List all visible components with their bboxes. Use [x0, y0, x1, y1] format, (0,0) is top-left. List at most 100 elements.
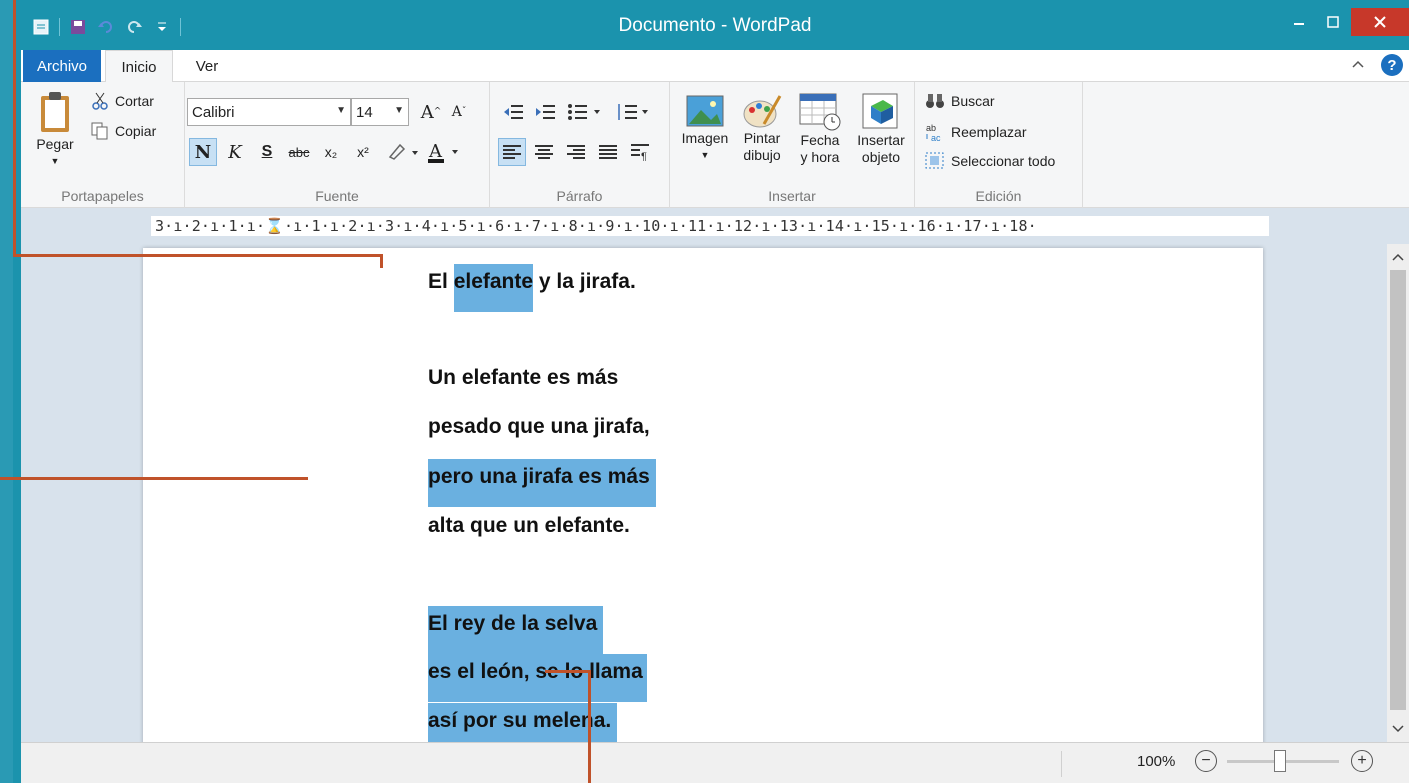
paragraph-icon: ¶: [631, 144, 649, 161]
subscript-button[interactable]: x₂: [317, 138, 345, 166]
increase-indent-button[interactable]: [532, 98, 560, 126]
underline-button[interactable]: S: [253, 138, 281, 166]
highlight-color-button[interactable]: [385, 138, 421, 166]
font-size-select[interactable]: 14 ▼: [351, 98, 409, 126]
group-parrafo: ¶ Párrafo: [490, 82, 670, 208]
svg-text:A: A: [428, 141, 443, 162]
selected-line[interactable]: pero una jirafa es más: [428, 459, 656, 507]
minimize-button[interactable]: [1283, 8, 1315, 36]
callout-line-bottom: [588, 670, 591, 783]
align-right-button[interactable]: [562, 138, 590, 166]
align-left-button[interactable]: [498, 138, 526, 166]
collapse-ribbon-icon[interactable]: [1351, 56, 1365, 73]
copy-label: Copiar: [115, 123, 157, 139]
calendar-icon: [799, 93, 841, 131]
document-line[interactable]: alta que un elefante.: [428, 508, 630, 556]
paint-label-line1: Pintar: [743, 130, 781, 146]
italic-button[interactable]: K: [221, 138, 249, 166]
chevron-down-icon: ▼: [394, 105, 404, 116]
line-spacing-icon: [618, 104, 648, 120]
shrink-font-button[interactable]: Aˇ: [445, 98, 473, 126]
insert-object-button[interactable]: Insertar objeto: [850, 92, 912, 166]
chevron-down-icon: ▼: [336, 105, 346, 116]
select-all-label: Seleccionar todo: [951, 153, 1056, 169]
minimize-icon: [1294, 23, 1304, 25]
date-label-line1: Fecha: [800, 132, 840, 148]
paste-label: Pegar: [36, 136, 74, 152]
ruler[interactable]: 3·ı·2·ı·1·ı·⌛·ı·1·ı·2·ı·3·ı·4·ı·5·ı·6·ı·…: [151, 216, 1269, 236]
object-label-line2: objeto: [861, 149, 901, 165]
image-dropdown-icon[interactable]: ▼: [701, 147, 710, 164]
copy-icon: [91, 122, 108, 140]
document-page[interactable]: El elefante y la jirafa. Un elefante es …: [143, 248, 1263, 742]
svg-text:¶: ¶: [641, 151, 647, 161]
binoculars-icon: [926, 94, 944, 108]
font-color-icon: A: [428, 141, 458, 163]
document-line[interactable]: El elefante y la jirafa.: [428, 264, 636, 312]
paint-drawing-button[interactable]: Pintar dibujo: [734, 92, 790, 164]
decrease-indent-button[interactable]: [500, 98, 528, 126]
font-family-select[interactable]: Calibri ▼: [187, 98, 351, 126]
date-time-button[interactable]: Fecha y hora: [792, 92, 848, 166]
ribbon-tabs: Archivo Inicio Ver ?: [21, 50, 1409, 83]
selected-line[interactable]: es el león, se lo llama: [428, 654, 647, 702]
zoom-in-button[interactable]: +: [1351, 750, 1373, 772]
paste-dropdown-icon[interactable]: ▼: [51, 153, 60, 170]
font-family-value: Calibri: [192, 103, 235, 121]
callout-line-top-left: [13, 254, 383, 257]
strikethrough-button[interactable]: abc: [285, 138, 313, 166]
superscript-button[interactable]: x²: [349, 138, 377, 166]
justify-icon: [599, 145, 617, 159]
maximize-button[interactable]: [1317, 8, 1349, 36]
scroll-thumb[interactable]: [1390, 270, 1406, 710]
find-label: Buscar: [951, 93, 995, 109]
status-divider: [1061, 751, 1062, 777]
tab-archivo[interactable]: Archivo: [23, 50, 101, 82]
wordpad-window: Documento - WordPad Archivo Inicio Ver ?: [13, 0, 1409, 783]
document-area: El elefante y la jirafa. Un elefante es …: [21, 244, 1387, 742]
group-label-fuente: Fuente: [315, 188, 359, 204]
bullet-list-button[interactable]: [566, 98, 606, 126]
scroll-down-icon[interactable]: [1387, 720, 1409, 736]
group-label-portapapeles: Portapapeles: [61, 188, 144, 204]
zoom-slider-thumb[interactable]: [1274, 750, 1286, 772]
copy-button[interactable]: Copiar: [91, 122, 156, 140]
bold-button[interactable]: N: [189, 138, 217, 166]
selected-word[interactable]: elefante: [453, 264, 534, 312]
insert-image-button[interactable]: Imagen ▼: [678, 92, 732, 164]
cut-button[interactable]: Cortar: [91, 92, 154, 110]
scroll-up-icon[interactable]: [1387, 248, 1409, 264]
justify-button[interactable]: [594, 138, 622, 166]
align-center-icon: [535, 145, 553, 159]
tab-ver[interactable]: Ver: [179, 50, 235, 82]
help-icon[interactable]: ?: [1381, 54, 1403, 76]
paste-button[interactable]: Pegar ▼: [31, 90, 79, 170]
window-title: Documento - WordPad: [618, 15, 812, 36]
close-button[interactable]: [1351, 8, 1409, 36]
font-size-value: 14: [356, 103, 373, 121]
select-all-button[interactable]: Seleccionar todo: [925, 152, 1055, 170]
document-line[interactable]: pesado que una jirafa,: [428, 409, 650, 457]
vertical-scrollbar[interactable]: [1387, 244, 1409, 742]
callout-line-top-left: [380, 254, 383, 268]
select-all-icon: [925, 152, 944, 169]
grow-font-button[interactable]: A ^: [417, 98, 445, 126]
tab-inicio[interactable]: Inicio: [105, 50, 173, 83]
ruler-band: 3·ı·2·ı·1·ı·⌛·ı·1·ı·2·ı·3·ı·4·ı·5·ı·6·ı·…: [21, 208, 1409, 244]
paragraph-button[interactable]: ¶: [626, 138, 654, 166]
palette-icon: [743, 95, 782, 128]
replace-button[interactable]: ab ac Reemplazar: [925, 122, 1026, 142]
find-button[interactable]: Buscar: [925, 92, 995, 110]
selected-line[interactable]: El rey de la selva: [428, 606, 604, 654]
indent-icon: [536, 105, 555, 119]
document-line[interactable]: Un elefante es más: [428, 360, 618, 408]
zoom-out-button[interactable]: −: [1195, 750, 1217, 772]
align-center-button[interactable]: [530, 138, 558, 166]
group-label-parrafo: Párrafo: [556, 188, 603, 204]
font-color-button[interactable]: A: [425, 138, 461, 166]
replace-icon: abac: [926, 123, 941, 142]
line-spacing-button[interactable]: [614, 98, 654, 126]
close-icon: [1374, 16, 1386, 28]
status-bar: 100% − +: [21, 742, 1409, 783]
callout-line-top-left: [13, 0, 16, 256]
